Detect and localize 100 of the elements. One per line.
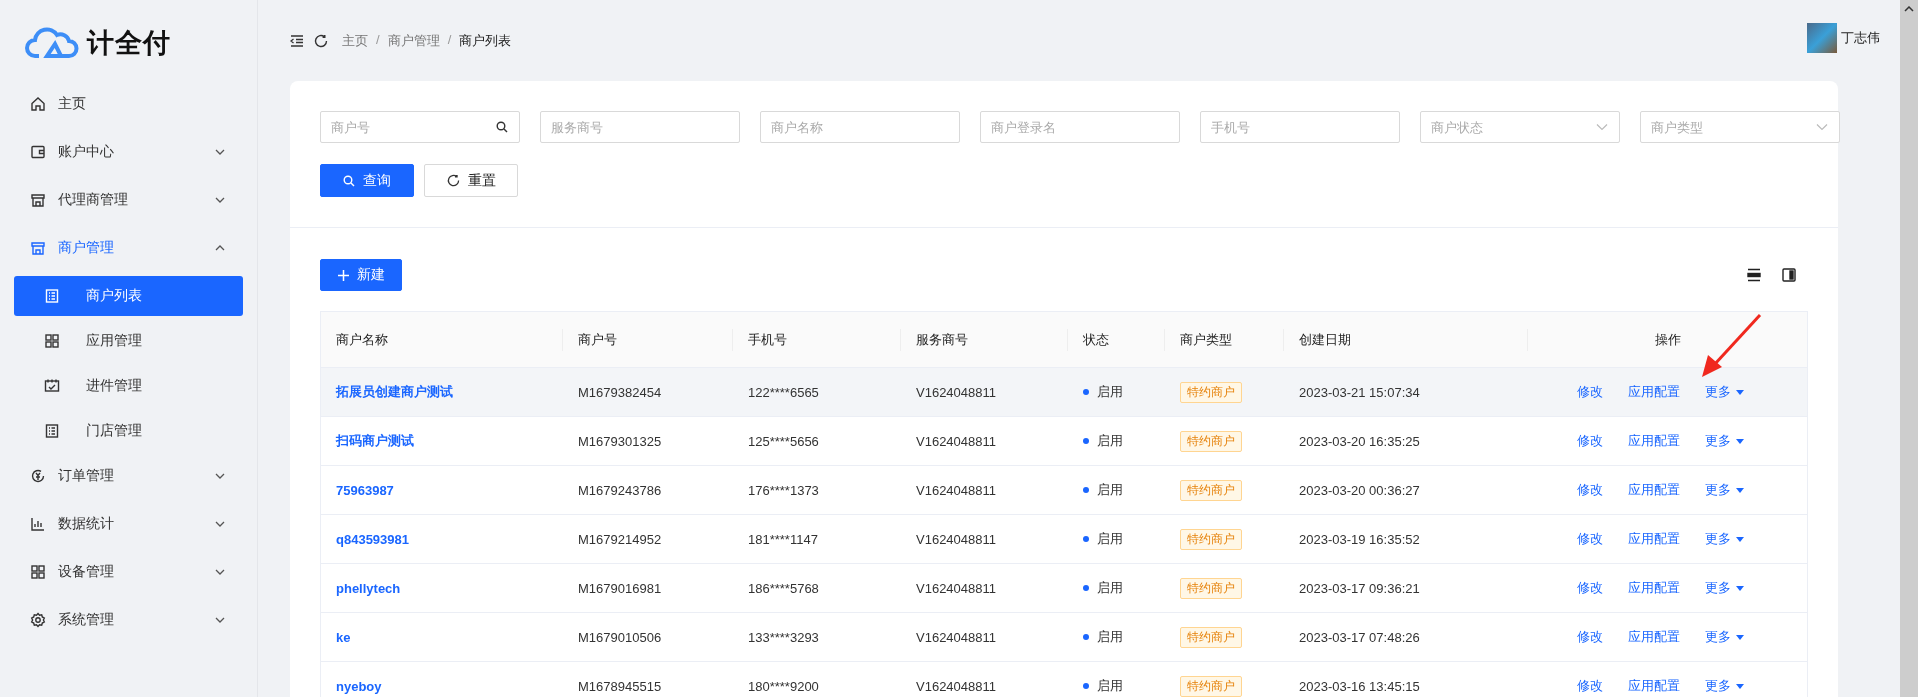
scroll-up-icon[interactable]: [1904, 6, 1914, 12]
merchant-name-link[interactable]: 75963987: [336, 482, 394, 498]
input-field[interactable]: 商户登录名: [980, 111, 1180, 143]
more-link[interactable]: 更多: [1705, 432, 1744, 450]
table-row[interactable]: 75963987 M1679243786 176****1373 V1624048811 启用 特约商户 2023-03-20 00:36:27 修改 应用配置 更多: [321, 466, 1807, 515]
chevron-down-icon: [215, 149, 225, 155]
app-config-link[interactable]: 应用配置: [1628, 530, 1680, 548]
sidebar-item[interactable]: 主页: [14, 84, 243, 124]
collapse-menu-icon[interactable]: [290, 34, 304, 47]
input-field[interactable]: 商户号: [320, 111, 520, 143]
query-button[interactable]: 查询: [320, 164, 414, 197]
merchant-name-link[interactable]: 扫码商户测试: [336, 432, 414, 450]
merchant-type-tag: 特约商户: [1180, 381, 1242, 403]
table-row[interactable]: q843593981 M1679214952 181****1147 V1624048811 启用 特约商户 2023-03-19 16:35:52 修改 应用配置 更多: [321, 515, 1807, 564]
merchant-name-link[interactable]: nyeboy: [336, 678, 382, 694]
list-icon: [44, 423, 60, 439]
column-header: 商户类型: [1180, 330, 1232, 349]
table-cell: 133****3293: [748, 629, 819, 645]
status-text: 启用: [1097, 383, 1123, 401]
sidebar-item[interactable]: 商户管理: [14, 228, 243, 268]
edit-link[interactable]: 修改: [1577, 579, 1603, 597]
sidebar-item[interactable]: 账户中心: [14, 132, 243, 172]
row-density-icon[interactable]: [1747, 268, 1761, 282]
app-config-link[interactable]: 应用配置: [1628, 628, 1680, 646]
more-link[interactable]: 更多: [1705, 677, 1744, 695]
app-config-link[interactable]: 应用配置: [1628, 677, 1680, 695]
edit-link[interactable]: 修改: [1577, 530, 1603, 548]
more-link[interactable]: 更多: [1705, 481, 1744, 499]
more-link[interactable]: 更多: [1705, 579, 1744, 597]
sidebar-item[interactable]: 数据统计: [14, 504, 243, 544]
edit-link[interactable]: 修改: [1577, 481, 1603, 499]
more-link[interactable]: 更多: [1705, 628, 1744, 646]
input-field[interactable]: 服务商号: [540, 111, 740, 143]
input-field[interactable]: 手机号: [1200, 111, 1400, 143]
column-header: 操作: [1654, 330, 1681, 349]
app-config-link[interactable]: 应用配置: [1628, 579, 1680, 597]
table-cell: 2023-03-20 00:36:27: [1299, 482, 1420, 498]
more-link[interactable]: 更多: [1705, 383, 1744, 401]
new-button[interactable]: 新建: [320, 259, 402, 291]
breadcrumb-separator: /: [447, 31, 452, 49]
status-dot-icon: [1083, 438, 1089, 444]
column-settings-icon[interactable]: [1782, 268, 1796, 282]
edit-link[interactable]: 修改: [1577, 432, 1603, 450]
table-cell: V1624048811: [916, 678, 996, 694]
sidebar-item[interactable]: 订单管理: [14, 456, 243, 496]
table-row[interactable]: phellytech M1679016981 186****5768 V1624048811 启用 特约商户 2023-03-17 09:36:21 修改 应用配置 更多: [321, 564, 1807, 613]
merchant-name-link[interactable]: 拓展员创建商户测试: [336, 383, 453, 401]
merchant-name-link[interactable]: ke: [336, 629, 351, 645]
sidebar-item[interactable]: 设备管理: [14, 552, 243, 592]
sidebar-item[interactable]: 系统管理: [14, 600, 243, 640]
logo-text: 计全付: [87, 27, 171, 60]
refresh-icon[interactable]: [314, 33, 328, 48]
scrollbar[interactable]: [1900, 0, 1918, 697]
input-field[interactable]: 商户名称: [760, 111, 960, 143]
table-cell: 122****6565: [748, 384, 819, 400]
grid-icon: [44, 333, 60, 349]
merchant-name-link[interactable]: q843593981: [336, 531, 409, 547]
more-link[interactable]: 更多: [1705, 530, 1744, 548]
merchant-name-link[interactable]: phellytech: [336, 580, 401, 596]
user-name[interactable]: 丁志伟: [1841, 28, 1880, 47]
app-config-link[interactable]: 应用配置: [1628, 481, 1680, 499]
breadcrumb-separator: /: [376, 31, 380, 49]
sidebar-item[interactable]: 代理商管理: [14, 180, 243, 220]
table-cell: M1679382454: [578, 384, 662, 400]
table-row[interactable]: ke M1679010506 133****3293 V1624048811 启用 特约商户 2023-03-17 07:48:26 修改 应用配置 更多: [321, 613, 1807, 662]
cloud-logo-icon: [25, 27, 79, 59]
reset-button[interactable]: 重置: [424, 164, 518, 197]
table-row[interactable]: 拓展员创建商户测试 M1679382454 122****6565 V1624048811 启用 特约商户 2023-03-21 15:07:34 修改 应用配置 更多: [321, 368, 1807, 417]
breadcrumb-link[interactable]: 商户管理: [387, 31, 440, 50]
sidebar-subitem[interactable]: 门店管理: [14, 411, 243, 451]
chevron-down-icon: [1596, 123, 1608, 131]
merchant-type-tag: 特约商户: [1180, 430, 1242, 452]
app-config-link[interactable]: 应用配置: [1628, 383, 1680, 401]
select-field[interactable]: 商户类型: [1640, 111, 1840, 143]
table-cell: 2023-03-21 15:07:34: [1299, 384, 1420, 400]
chevron-down-icon: [215, 197, 225, 203]
column-header: 创建日期: [1299, 330, 1351, 349]
table-cell: V1624048811: [916, 531, 996, 547]
edit-link[interactable]: 修改: [1577, 383, 1603, 401]
chevron-down-icon: [215, 569, 225, 575]
app-config-link[interactable]: 应用配置: [1628, 432, 1680, 450]
table-row[interactable]: 扫码商户测试 M1679301325 125****5656 V1624048811 启用 特约商户 2023-03-20 16:35:25 修改 应用配置 更多: [321, 417, 1807, 466]
table-row[interactable]: nyeboy M1678945515 180****9200 V1624048811 启用 特约商户 2023-03-16 13:45:15 修改 应用配置 更多: [321, 662, 1807, 697]
bar-chart-icon: [30, 516, 46, 532]
sidebar-subitem[interactable]: 应用管理: [14, 321, 243, 361]
sidebar-subitem[interactable]: 商户列表: [14, 276, 243, 316]
table-cell: M1679214952: [578, 531, 662, 547]
edit-link[interactable]: 修改: [1577, 628, 1603, 646]
table-cell: 181****1147: [748, 531, 818, 547]
edit-link[interactable]: 修改: [1577, 677, 1603, 695]
avatar-photo-placeholder[interactable]: [1807, 22, 1837, 53]
breadcrumb-link[interactable]: 主页: [342, 31, 368, 50]
select-field[interactable]: 商户状态: [1420, 111, 1620, 143]
merchant-type-tag: 特约商户: [1180, 479, 1242, 501]
table-cell: 186****5768: [748, 580, 819, 596]
search-icon[interactable]: [496, 121, 508, 133]
yen-cycle-icon: [30, 468, 46, 484]
merchant-type-tag: 特约商户: [1180, 675, 1242, 697]
breadcrumb-link[interactable]: 商户列表: [459, 31, 512, 50]
sidebar-subitem[interactable]: 进件管理: [14, 366, 243, 406]
